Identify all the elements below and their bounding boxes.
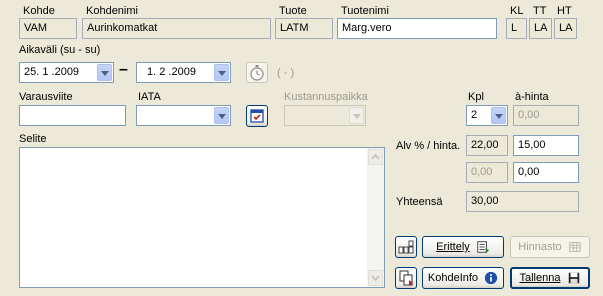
total-field: 30,00 (466, 191, 579, 212)
chevron-down-icon (371, 275, 380, 282)
copy-document-icon (399, 270, 413, 286)
kpl-value: 2 (471, 109, 478, 121)
erittely-button[interactable]: Erittely (422, 236, 504, 258)
grid-button[interactable] (395, 236, 417, 258)
start-date-value: 25. 1 .2009 (24, 66, 80, 78)
end-date-value: 1. 2 .2009 (147, 66, 196, 78)
chevron-up-icon (371, 153, 380, 160)
tuotenimi-label: Tuotenimi (341, 5, 389, 17)
chevron-down-icon[interactable] (491, 107, 506, 124)
iata-picker-button[interactable] (246, 105, 268, 127)
tuote-field: LATM (275, 18, 333, 39)
kpl-label: Kpl (468, 91, 484, 103)
document-list-icon (477, 241, 489, 254)
scroll-down-button[interactable] (368, 270, 383, 286)
alv-price-input[interactable]: 15,00 (513, 135, 579, 156)
varausviite-input[interactable] (19, 105, 126, 126)
ht-field: LA (554, 18, 577, 39)
selite-textarea[interactable] (19, 147, 385, 288)
kohde-field: VAM (19, 18, 77, 39)
alv-label: Alv % / hinta. (396, 140, 461, 152)
kl-label: KL (510, 5, 524, 17)
kpl-select[interactable]: 2 (466, 105, 508, 126)
start-date-picker[interactable]: 25. 1 .2009 (19, 62, 114, 83)
ahinta-field: 0,00 (513, 105, 579, 126)
hinnasto-button-label: Hinnasto (518, 241, 562, 254)
kohdenimi-field: Aurinkomatkat (82, 18, 271, 39)
kohde-label: Kohde (23, 5, 55, 17)
ahinta-label: à-hinta (515, 91, 549, 103)
kohdeinfo-button-label: KohdeInfo (427, 272, 479, 285)
info-icon (484, 271, 498, 285)
period-label: Aikaväli (su - su) (19, 44, 101, 56)
tt-field: LA (529, 18, 552, 39)
chevron-down-icon[interactable] (214, 64, 229, 81)
alv-percent-field: 22,00 (466, 135, 508, 156)
scroll-up-button[interactable] (368, 149, 383, 165)
end-date-picker[interactable]: 1. 2 .2009 (136, 62, 231, 83)
kohdenimi-label: Kohdenimi (86, 5, 138, 17)
chevron-down-icon[interactable] (214, 107, 229, 124)
kohdeinfo-button[interactable]: KohdeInfo (422, 267, 504, 289)
tuotenimi-input[interactable]: Marg.vero (337, 18, 497, 39)
ht-label: HT (557, 5, 572, 17)
tallenna-button-label: Tallenna (519, 272, 561, 285)
kustannuspaikka-label: Kustannuspaikka (284, 91, 368, 103)
table-icon (569, 242, 581, 252)
iata-select[interactable] (136, 105, 231, 126)
erittely-button-label: Erittely (436, 241, 470, 254)
total-label: Yhteensä (396, 196, 443, 208)
kustannuspaikka-select[interactable] (284, 105, 366, 126)
iata-label: IATA (138, 91, 161, 103)
tt-label: TT (533, 5, 547, 17)
duration-text: ( - ) (277, 67, 295, 79)
chevron-down-icon[interactable] (349, 107, 364, 124)
chevron-down-icon[interactable] (97, 64, 112, 81)
hinnasto-button[interactable]: Hinnasto (510, 236, 590, 258)
extra-right-input[interactable]: 0,00 (513, 162, 579, 183)
grid-icon (398, 240, 414, 254)
scrollbar[interactable] (367, 148, 384, 287)
selite-label: Selite (19, 133, 47, 145)
copy-button[interactable] (395, 267, 417, 289)
stopwatch-icon (250, 65, 264, 81)
extra-left-field: 0,00 (466, 162, 508, 183)
tallenna-button[interactable]: Tallenna (510, 267, 590, 289)
stopwatch-button[interactable] (246, 62, 268, 83)
floppy-disk-icon (568, 272, 579, 284)
varausviite-label: Varausviite (19, 91, 73, 103)
calendar-check-icon (250, 109, 264, 123)
period-separator: – (119, 61, 128, 78)
tuote-label: Tuote (279, 5, 307, 17)
kl-field: L (506, 18, 527, 39)
